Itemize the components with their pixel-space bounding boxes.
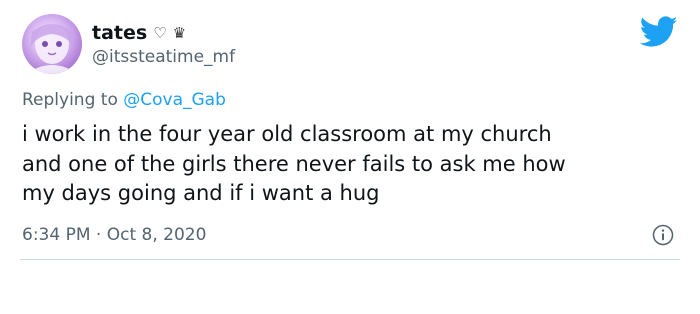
tweet-text: i work in the four year old classroom at… <box>22 122 566 205</box>
avatar[interactable] <box>22 14 82 74</box>
heart-outline-icon: ♡ <box>153 23 167 42</box>
twitter-bird-icon[interactable] <box>640 16 678 48</box>
crown-icon: ♛ <box>172 23 187 42</box>
tweet-time: 6:34 PM <box>22 225 91 245</box>
display-name[interactable]: tates <box>92 22 147 44</box>
tweet-date: Oct 8, 2020 <box>106 225 207 245</box>
divider <box>20 259 680 260</box>
name-row: tates ♡ ♛ <box>92 20 186 46</box>
tweet-card: tates ♡ ♛ @itssteatime_mf Replying to @C… <box>0 0 700 314</box>
reply-mention-link[interactable]: @Cova_Gab <box>123 90 226 110</box>
avatar-image <box>26 24 78 74</box>
info-icon[interactable] <box>652 224 674 246</box>
meta-separator: · <box>90 225 107 245</box>
user-handle[interactable]: @itssteatime_mf <box>92 47 235 67</box>
replying-to-line: Replying to @Cova_Gab <box>22 90 226 110</box>
replying-to-label: Replying to <box>22 90 124 110</box>
tweet-timestamp[interactable]: 6:34 PM · Oct 8, 2020 <box>22 225 206 245</box>
